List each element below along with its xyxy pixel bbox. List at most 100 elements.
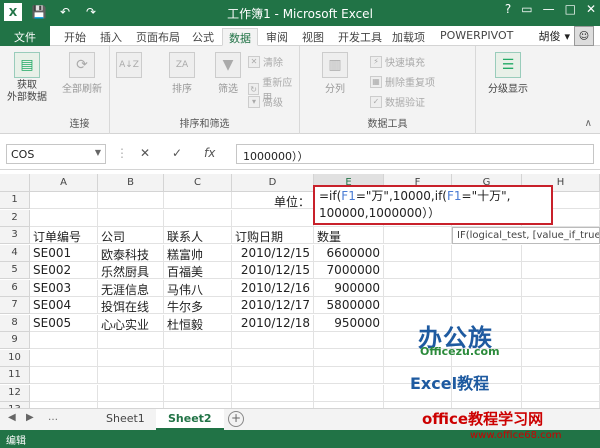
flash-fill-button[interactable]: ⚡ 快速填充 [370,54,425,69]
tab-insert[interactable]: 插入 [94,28,128,46]
prev-sheet-icon[interactable]: ◀ [8,412,16,423]
get-external-data-button[interactable]: ▤ 获取 外部数据 [4,52,50,104]
tab-review[interactable]: 审阅 [260,28,294,46]
tab-formulas[interactable]: 公式 [186,28,220,46]
function-tooltip[interactable]: IF(logical_test, [value_if_true [452,227,600,244]
sheet-tab-sheet1[interactable]: Sheet1 [94,409,157,430]
tab-file[interactable]: 文件 [0,26,50,46]
cell-e11[interactable] [314,367,384,384]
cell-b9[interactable] [98,332,164,349]
row-header-5[interactable]: 5 [0,262,30,279]
clear-filter-button[interactable]: ✕ 清除 [248,54,283,69]
cell-d1[interactable]: 单位： [232,192,314,209]
cell-f3[interactable] [384,227,452,244]
cell-f7[interactable] [384,297,452,314]
cell-a3[interactable]: 订单编号 [30,227,98,244]
cell-h7[interactable] [522,297,600,314]
tab-view[interactable]: 视图 [296,28,330,46]
cell-g7[interactable] [452,297,522,314]
close-button[interactable]: ✕ [586,2,596,16]
cell-h6[interactable] [522,279,600,297]
cell-a4[interactable]: SE001 [30,244,98,262]
cell-e6[interactable]: 900000 [314,279,384,297]
row-header-10[interactable]: 10 [0,349,30,367]
cancel-button[interactable]: ✕ [140,146,150,160]
tab-home[interactable]: 开始 [58,28,92,46]
cell-c6[interactable]: 马伟八 [164,279,232,297]
cell-c7[interactable]: 牛尔多 [164,297,232,314]
cell-e8[interactable]: 950000 [314,314,384,332]
cell-d11[interactable] [232,367,314,384]
cell-h10[interactable] [522,349,600,367]
cell-b12[interactable] [98,384,164,402]
sheet-tab-sheet2[interactable]: Sheet2 [156,409,224,430]
cell-c8[interactable]: 杜恒毅 [164,314,232,332]
cell-c3[interactable]: 联系人 [164,227,232,244]
cell-c10[interactable] [164,349,232,367]
cell-b1[interactable] [98,192,164,209]
row-header-7[interactable]: 7 [0,297,30,314]
cell-a5[interactable]: SE002 [30,262,98,279]
cell-c9[interactable] [164,332,232,349]
cell-c1[interactable] [164,192,232,209]
more-sheets-icon[interactable]: … [48,412,58,423]
add-sheet-button[interactable]: + [228,411,244,427]
column-header-c[interactable]: C [164,174,232,192]
cell-c11[interactable] [164,367,232,384]
cell-a12[interactable] [30,384,98,402]
cell-a10[interactable] [30,349,98,367]
cell-e12[interactable] [314,384,384,402]
cell-f4[interactable] [384,244,452,262]
advanced-filter-button[interactable]: ▾ 高级 [248,94,283,109]
minimize-button[interactable]: — [543,2,555,16]
cell-g5[interactable] [452,262,522,279]
cell-a9[interactable] [30,332,98,349]
filter-button[interactable]: ▼ 筛选 [210,52,246,95]
cell-g6[interactable] [452,279,522,297]
cell-d10[interactable] [232,349,314,367]
name-box[interactable]: COS ▼ [6,144,106,164]
row-header-8[interactable]: 8 [0,314,30,332]
cell-e9[interactable] [314,332,384,349]
tab-data[interactable]: 数据 [222,28,258,46]
ribbon-display-icon[interactable]: ▭ [521,2,532,16]
tab-powerpivot[interactable]: POWERPIVOT [434,28,519,46]
cell-e5[interactable]: 7000000 [314,262,384,279]
confirm-button[interactable]: ✓ [172,146,182,160]
cell-h4[interactable] [522,244,600,262]
cell-a11[interactable] [30,367,98,384]
row-header-12[interactable]: 12 [0,384,30,402]
avatar[interactable]: ☺ [574,26,594,46]
row-header-4[interactable]: 4 [0,244,30,262]
cell-b7[interactable]: 投饵在线 [98,297,164,314]
cell-b6[interactable]: 无涯信息 [98,279,164,297]
cell-h8[interactable] [522,314,600,332]
tab-developer[interactable]: 开发工具 [332,28,388,46]
cell-e10[interactable] [314,349,384,367]
collapse-ribbon-icon[interactable]: ∧ [585,118,592,129]
cell-d6[interactable]: 2010/12/16 [232,279,314,297]
cell-b10[interactable] [98,349,164,367]
cell-a6[interactable]: SE003 [30,279,98,297]
cell-f5[interactable] [384,262,452,279]
cell-f6[interactable] [384,279,452,297]
cell-h11[interactable] [522,367,600,384]
insert-function-button[interactable]: fx [204,146,215,160]
user-account[interactable]: 胡俊 ▾ ☺ [538,26,594,46]
cell-a8[interactable]: SE005 [30,314,98,332]
maximize-button[interactable]: □ [565,2,576,16]
cell-d5[interactable]: 2010/12/15 [232,262,314,279]
cell-c12[interactable] [164,384,232,402]
column-header-d[interactable]: D [232,174,314,192]
cell-g4[interactable] [452,244,522,262]
cell-h9[interactable] [522,332,600,349]
sort-az-button[interactable]: A↓Z [114,52,144,80]
cell-e4[interactable]: 6600000 [314,244,384,262]
cell-d12[interactable] [232,384,314,402]
cell-b11[interactable] [98,367,164,384]
row-header-2[interactable]: 2 [0,209,30,227]
cell-c4[interactable]: 糕富帅 [164,244,232,262]
row-header-1[interactable]: 1 [0,192,30,209]
cell-e3[interactable]: 数量 [314,227,384,244]
cell-a2[interactable] [30,209,98,227]
